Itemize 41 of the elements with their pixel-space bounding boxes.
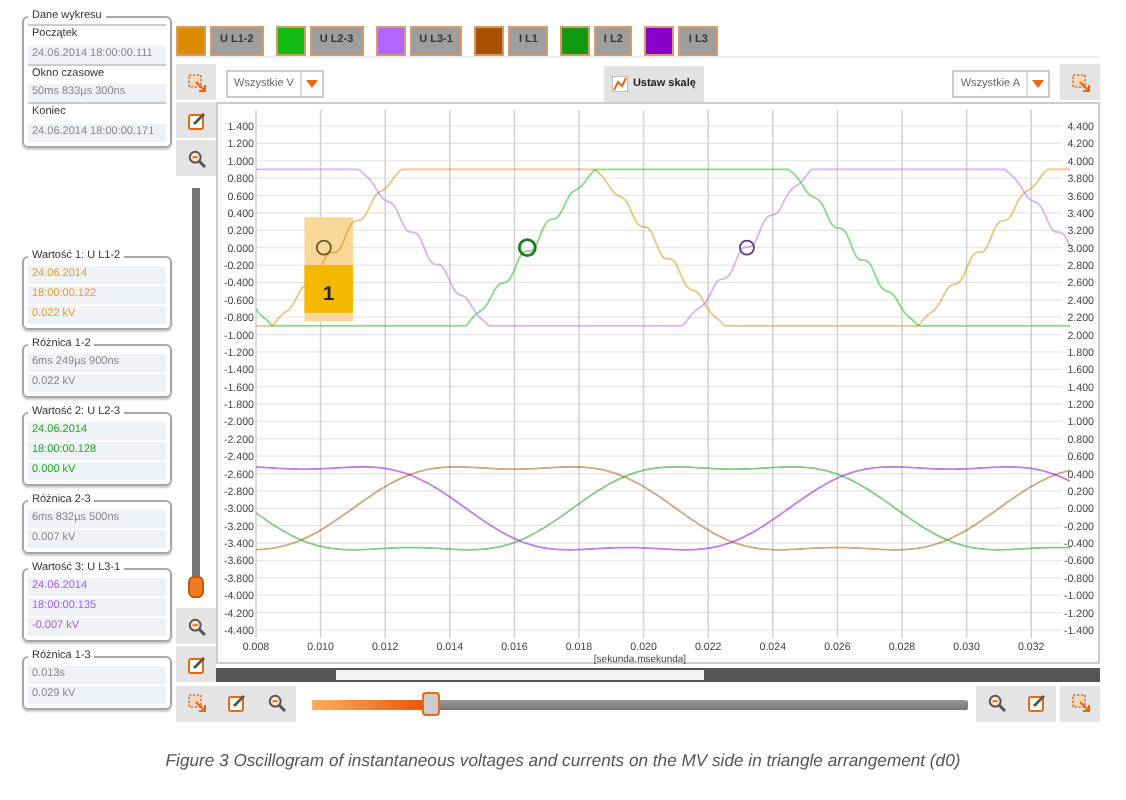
toolbar-button[interactable] [1016, 685, 1056, 723]
toolbar-button[interactable] [176, 102, 216, 140]
toolbar-button[interactable] [1060, 685, 1100, 723]
toolbar-button[interactable] [176, 64, 216, 102]
cursor-circle[interactable] [739, 239, 755, 256]
zoom-icon [187, 617, 205, 635]
toolbar-button[interactable] [176, 646, 216, 684]
vertical-zoom-slider[interactable] [188, 188, 204, 598]
toolbar-button[interactable] [176, 685, 216, 723]
frame-arrow-icon [187, 73, 205, 91]
figure-caption: Figure 3 Oscillogram of instantaneous voltages and currents on the MV side in triangle arrangement (d0) [163, 750, 963, 770]
caret-icon [1032, 79, 1044, 87]
series-color-swatch[interactable] [275, 25, 306, 55]
frame-arrow-icon [187, 694, 205, 712]
cursor-circle[interactable] [517, 238, 537, 258]
series-color-swatch[interactable] [375, 25, 406, 55]
toolbar-button[interactable] [976, 685, 1016, 723]
slider-thumb[interactable] [188, 576, 204, 598]
toolbar-button[interactable] [176, 140, 216, 178]
series-color-swatch[interactable] [474, 25, 505, 55]
chart-icon [612, 75, 629, 91]
marker-badge: 1 [304, 265, 353, 313]
cursor-circle[interactable] [315, 239, 332, 256]
toolbar-button[interactable] [1060, 64, 1100, 102]
toolbar-button[interactable] [176, 608, 216, 646]
zoom-icon [987, 694, 1005, 712]
edit-icon [187, 655, 205, 673]
zoom-icon [187, 149, 205, 167]
series-color-swatch[interactable] [644, 25, 675, 55]
edit-icon [187, 111, 205, 129]
slider-thumb[interactable] [422, 691, 441, 715]
edit-icon [227, 694, 245, 712]
frame-arrow-icon [1071, 73, 1089, 91]
caret-icon [305, 79, 318, 87]
frame-arrow-icon [1071, 694, 1089, 712]
scrollbar[interactable] [216, 668, 1100, 682]
toolbar-button[interactable] [256, 685, 296, 723]
edit-icon [1027, 694, 1045, 712]
series-color-swatch[interactable] [559, 25, 590, 55]
series-color-swatch[interactable] [176, 25, 206, 55]
zoom-icon [267, 694, 285, 712]
